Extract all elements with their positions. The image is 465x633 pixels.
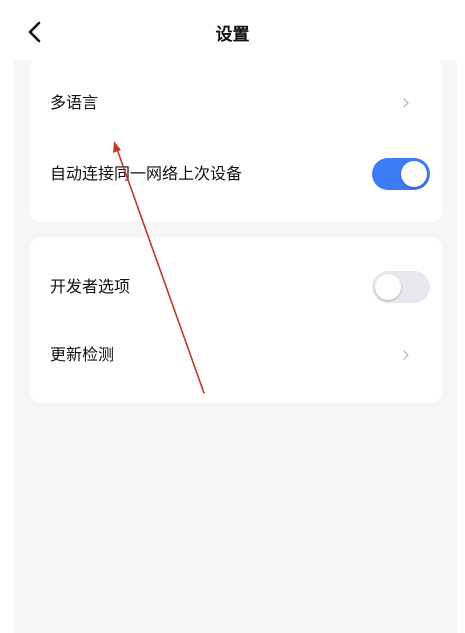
toggle-knob <box>375 274 401 300</box>
setting-row-auto-connect[interactable]: 自动连接同一网络上次设备 <box>30 144 442 204</box>
setting-label-developer-options: 开发者选项 <box>50 277 131 296</box>
setting-label-auto-connect: 自动连接同一网络上次设备 <box>50 164 243 183</box>
setting-row-update-check[interactable]: 更新检测 <box>30 325 442 385</box>
nav-header: 设置 <box>0 0 465 60</box>
page-title: 设置 <box>215 25 250 45</box>
auto-connect-toggle[interactable] <box>372 158 430 190</box>
setting-label-update-check: 更新检测 <box>50 345 115 364</box>
chevron-right-icon <box>403 98 409 108</box>
developer-options-toggle[interactable] <box>372 271 430 303</box>
setting-row-language[interactable]: 多语言 <box>30 73 442 133</box>
toggle-knob <box>401 161 427 187</box>
chevron-right-icon <box>403 350 409 360</box>
setting-row-developer-options[interactable]: 开发者选项 <box>30 257 442 317</box>
settings-card-advanced: 开发者选项 更新检测 <box>30 237 442 403</box>
settings-card-general: 多语言 自动连接同一网络上次设备 <box>30 56 442 222</box>
setting-label-language: 多语言 <box>50 93 99 112</box>
